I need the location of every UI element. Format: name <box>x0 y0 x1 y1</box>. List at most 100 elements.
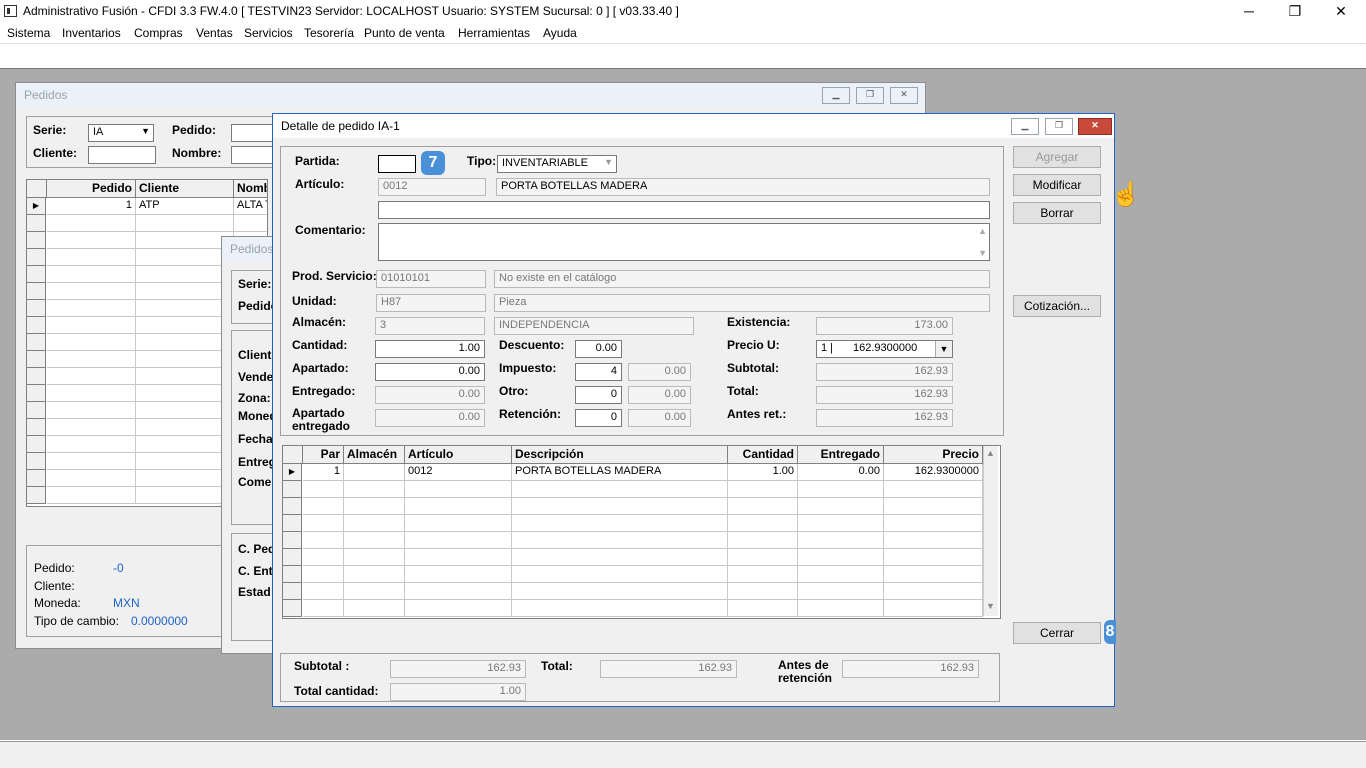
row-header[interactable] <box>283 600 302 617</box>
empty-cell[interactable] <box>47 249 136 266</box>
row-header[interactable] <box>27 385 46 402</box>
empty-cell[interactable] <box>136 283 234 300</box>
empty-cell[interactable] <box>512 600 728 617</box>
entregado-value[interactable]: 0.00 <box>375 386 485 404</box>
empty-cell[interactable] <box>47 368 136 385</box>
menu-servicios[interactable]: Servicios <box>244 26 293 40</box>
almacen-desc[interactable]: INDEPENDENCIA <box>494 317 694 335</box>
empty-cell[interactable] <box>798 549 884 566</box>
empty-cell[interactable] <box>405 515 512 532</box>
empty-cell[interactable] <box>512 549 728 566</box>
empty-cell[interactable] <box>303 600 344 617</box>
menu-ayuda[interactable]: Ayuda <box>543 26 577 40</box>
empty-cell[interactable] <box>512 515 728 532</box>
footer-total-value[interactable]: 162.93 <box>600 660 737 678</box>
empty-cell[interactable] <box>728 549 798 566</box>
col-cantidad[interactable]: Cantidad <box>728 446 798 464</box>
empty-cell[interactable] <box>344 532 405 549</box>
empty-cell[interactable] <box>136 317 234 334</box>
empty-cell[interactable] <box>136 487 234 504</box>
empty-cell[interactable] <box>47 351 136 368</box>
cantidad-input[interactable]: 1.00 <box>375 340 485 358</box>
menu-compras[interactable]: Compras <box>134 26 183 40</box>
col-pedido[interactable]: Pedido <box>47 180 136 198</box>
total-value[interactable]: 162.93 <box>816 386 953 404</box>
menu-tesoreria[interactable]: Tesorería <box>304 26 354 40</box>
articulo-code[interactable]: 0012 <box>378 178 486 196</box>
cerrar-button[interactable]: Cerrar <box>1013 622 1101 644</box>
row-header[interactable] <box>27 351 46 368</box>
cell-articulo[interactable]: 0012 <box>405 464 512 481</box>
row-header[interactable] <box>27 317 46 334</box>
empty-cell[interactable] <box>344 515 405 532</box>
empty-cell[interactable] <box>303 498 344 515</box>
cotizacion-button[interactable]: Cotización... <box>1013 295 1101 317</box>
row-header[interactable] <box>27 436 46 453</box>
empty-cell[interactable] <box>405 583 512 600</box>
empty-cell[interactable] <box>405 566 512 583</box>
empty-cell[interactable] <box>47 317 136 334</box>
empty-cell[interactable] <box>303 583 344 600</box>
modificar-button[interactable]: Modificar <box>1013 174 1101 196</box>
cell-almacen[interactable] <box>344 464 405 481</box>
cliente-filter-input[interactable] <box>88 146 156 164</box>
empty-cell[interactable] <box>798 600 884 617</box>
empty-cell[interactable] <box>47 266 136 283</box>
row-header[interactable] <box>283 566 302 583</box>
empty-cell[interactable] <box>136 266 234 283</box>
empty-cell[interactable] <box>405 498 512 515</box>
empty-cell[interactable] <box>728 532 798 549</box>
row-header[interactable] <box>27 300 46 317</box>
empty-cell[interactable] <box>512 583 728 600</box>
row-header[interactable] <box>27 232 46 249</box>
empty-cell[interactable] <box>344 566 405 583</box>
scroll-down-icon[interactable]: ▼ <box>978 248 987 258</box>
row-header[interactable] <box>283 583 302 600</box>
row-header[interactable] <box>27 215 46 232</box>
empty-cell[interactable] <box>344 549 405 566</box>
row-header[interactable] <box>283 481 302 498</box>
chevron-down-icon[interactable]: ▼ <box>935 341 952 357</box>
cell-descripcion[interactable]: PORTA BOTELLAS MADERA <box>512 464 728 481</box>
empty-cell[interactable] <box>136 232 234 249</box>
footer-totcant-value[interactable]: 1.00 <box>390 683 526 701</box>
cell-par[interactable]: 1 <box>303 464 344 481</box>
empty-cell[interactable] <box>405 481 512 498</box>
empty-cell[interactable] <box>728 498 798 515</box>
scroll-up-icon[interactable]: ▲ <box>986 448 995 458</box>
footer-antes-value[interactable]: 162.93 <box>842 660 979 678</box>
empty-cell[interactable] <box>728 600 798 617</box>
col-almacen[interactable]: Almacén <box>344 446 405 464</box>
empty-cell[interactable] <box>884 532 983 549</box>
empty-cell[interactable] <box>405 549 512 566</box>
col-nombre[interactable]: Nombr <box>234 180 267 198</box>
existencia-value[interactable]: 173.00 <box>816 317 953 335</box>
cell-entregado[interactable]: 0.00 <box>798 464 884 481</box>
row-header[interactable] <box>283 498 302 515</box>
empty-cell[interactable] <box>884 515 983 532</box>
empty-cell[interactable] <box>798 566 884 583</box>
empty-cell[interactable] <box>728 566 798 583</box>
minimize-button[interactable]: ─ <box>1226 0 1272 24</box>
cell-cliente[interactable]: ATP <box>136 198 234 215</box>
grid-scrollbar[interactable]: ▲ ▼ <box>983 446 998 616</box>
retencion-code[interactable]: 0 <box>575 409 622 427</box>
empty-cell[interactable] <box>303 532 344 549</box>
empty-cell[interactable] <box>798 532 884 549</box>
empty-cell[interactable] <box>344 498 405 515</box>
row-header[interactable] <box>27 283 46 300</box>
empty-cell[interactable] <box>47 487 136 504</box>
detalle-restore-icon[interactable]: ❐ <box>1045 118 1073 135</box>
empty-cell[interactable] <box>884 566 983 583</box>
empty-cell[interactable] <box>728 481 798 498</box>
prod-servicio-code[interactable]: 01010101 <box>376 270 486 288</box>
empty-cell[interactable] <box>884 600 983 617</box>
apartado-input[interactable]: 0.00 <box>375 363 485 381</box>
empty-cell[interactable] <box>47 436 136 453</box>
close-button[interactable]: ✕ <box>1318 0 1364 24</box>
otro-code[interactable]: 0 <box>575 386 622 404</box>
pedidos-restore-icon[interactable]: ❐ <box>856 87 884 104</box>
empty-cell[interactable] <box>512 566 728 583</box>
preciou-select[interactable]: 1 | 162.9300000 ▼ <box>816 340 953 358</box>
empty-cell[interactable] <box>303 481 344 498</box>
